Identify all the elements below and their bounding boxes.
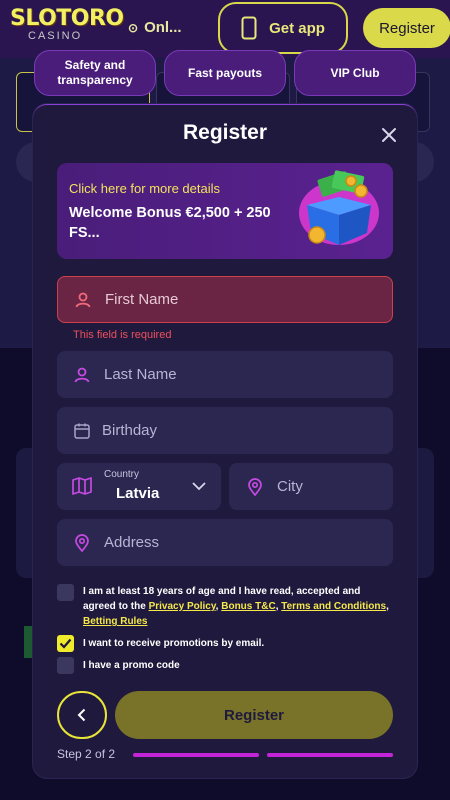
back-button[interactable] — [57, 691, 107, 739]
country-label: Country — [104, 469, 140, 480]
register-modal: Register Click here for more details Wel… — [33, 104, 417, 778]
terms-link[interactable]: Terms and Conditions — [281, 601, 386, 612]
birthday-field[interactable] — [57, 407, 393, 454]
user-icon — [74, 367, 90, 382]
checkmark-icon — [59, 638, 72, 649]
modal-title: Register — [182, 121, 268, 144]
online-icon: ⊙ — [128, 20, 139, 35]
step-indicator: Step 2 of 2 — [57, 747, 116, 761]
city-placeholder: City — [277, 478, 303, 495]
promo-code-label: I have a promo code — [83, 660, 180, 671]
birthday-input[interactable] — [102, 422, 362, 439]
privacy-policy-link[interactable]: Privacy Policy — [149, 601, 216, 612]
consent-row: I am at least 18 years of age and I have… — [57, 584, 393, 629]
betting-rules-link[interactable]: Betting Rules — [83, 616, 147, 627]
last-name-input[interactable] — [104, 366, 364, 383]
logo[interactable]: SLOTORO CASINO — [10, 6, 124, 46]
header-register-button[interactable]: Register — [363, 8, 450, 48]
chevron-left-icon — [77, 708, 86, 722]
feature-safety[interactable]: Safety and transparency — [34, 50, 156, 96]
consent-text: I am at least 18 years of age and I have… — [83, 584, 393, 629]
feature-vip[interactable]: VIP Club — [294, 50, 416, 96]
last-name-field[interactable] — [57, 351, 393, 398]
first-name-input[interactable] — [105, 291, 365, 308]
bonus-tc-link[interactable]: Bonus T&C — [221, 601, 275, 612]
location-pin-icon — [75, 533, 89, 552]
bonus-banner[interactable]: Click here for more details Welcome Bonu… — [57, 163, 393, 259]
chevron-down-icon — [192, 482, 206, 491]
address-field[interactable] — [57, 519, 393, 566]
calendar-icon — [74, 423, 90, 439]
location-pin-icon — [248, 477, 262, 496]
gift-box-icon — [299, 170, 379, 245]
close-icon[interactable] — [379, 125, 399, 145]
get-app-button[interactable]: Get app — [218, 2, 348, 54]
promo-email-label: I want to receive promotions by email. — [83, 638, 265, 649]
map-icon — [72, 477, 92, 495]
promo-code-row: I have a promo code — [57, 657, 393, 674]
user-icon — [75, 292, 91, 307]
feature-payouts-label: Fast payouts — [187, 65, 262, 80]
promo-code-checkbox[interactable] — [57, 657, 74, 674]
logo-sub: CASINO — [28, 30, 83, 42]
bonus-details-link[interactable]: Click here for more details — [69, 181, 220, 196]
feature-safety-label: Safety and transparency — [57, 58, 133, 87]
promo-email-checkbox[interactable] — [57, 635, 74, 652]
first-name-error: This field is required — [73, 329, 172, 341]
online-label: Onl... — [144, 19, 182, 36]
address-input[interactable] — [104, 534, 364, 551]
promo-email-row: I want to receive promotions by email. — [57, 635, 393, 652]
feature-vip-label: VIP Club — [330, 65, 380, 80]
step-progress-2 — [267, 753, 393, 757]
country-select[interactable]: Country Latvia — [57, 463, 221, 510]
consent-sep: , — [386, 601, 389, 612]
step-progress-1 — [133, 753, 259, 757]
city-field[interactable]: City — [229, 463, 393, 510]
consent-checkbox[interactable] — [57, 584, 74, 601]
logo-brand: SLOTORO — [10, 6, 124, 31]
bonus-text: Welcome Bonus €2,500 + 250 FS... — [69, 205, 271, 241]
first-name-field[interactable] — [57, 276, 393, 323]
online-link[interactable]: ⊙ Onl... — [128, 19, 182, 36]
country-value: Latvia — [116, 485, 160, 502]
register-submit-button[interactable]: Register — [115, 691, 393, 739]
feature-payouts[interactable]: Fast payouts — [164, 50, 286, 96]
phone-icon — [241, 16, 257, 40]
get-app-label: Get app — [269, 19, 325, 37]
